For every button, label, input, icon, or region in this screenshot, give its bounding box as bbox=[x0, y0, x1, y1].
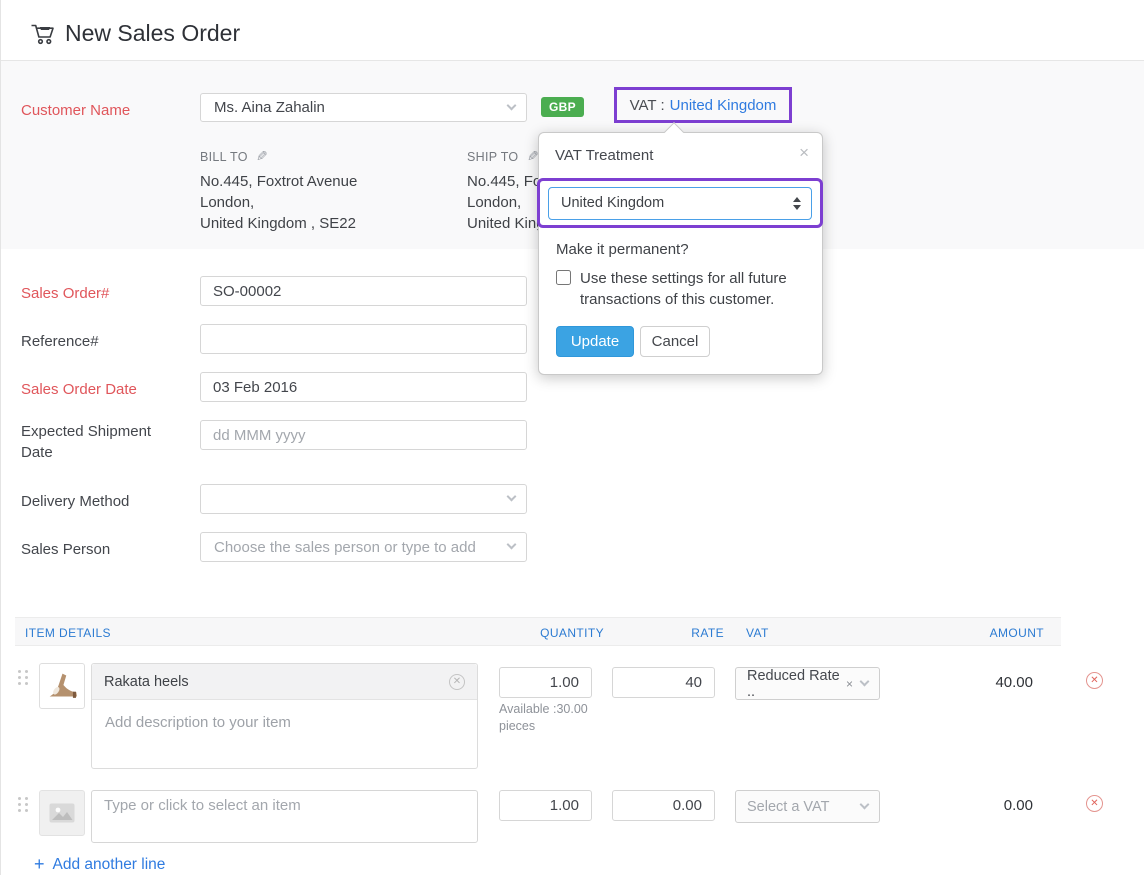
chevron-down-icon bbox=[507, 100, 517, 110]
sales-order-date-input[interactable] bbox=[200, 372, 527, 402]
add-another-line-link[interactable]: + Add another line bbox=[34, 854, 165, 875]
reference-input[interactable] bbox=[200, 324, 527, 354]
new-sales-order-page: New Sales Order Customer Name Ms. Aina Z… bbox=[0, 0, 1144, 875]
cancel-button[interactable]: Cancel bbox=[640, 326, 710, 357]
vat-select-row2[interactable]: Select a VAT bbox=[735, 790, 880, 823]
customer-name-value: Ms. Aina Zahalin bbox=[214, 99, 325, 116]
col-vat: VAT bbox=[746, 626, 769, 640]
amount-row1: 40.00 bbox=[953, 674, 1033, 691]
vat-select-placeholder: Select a VAT bbox=[747, 799, 829, 815]
close-icon[interactable]: × bbox=[799, 143, 809, 163]
chevron-down-icon bbox=[507, 540, 517, 550]
customer-name-select[interactable]: Ms. Aina Zahalin bbox=[200, 93, 527, 122]
vat-select-row1[interactable]: Reduced Rate .. × bbox=[735, 667, 880, 700]
reference-label: Reference# bbox=[21, 331, 191, 352]
item-name-field[interactable]: Rakata heels ✕ bbox=[92, 664, 477, 700]
rate-input-row2[interactable] bbox=[612, 790, 715, 821]
drag-handle[interactable] bbox=[18, 670, 28, 686]
add-line-label: Add another line bbox=[53, 856, 166, 874]
amount-row2: 0.00 bbox=[953, 797, 1033, 814]
cart-icon bbox=[30, 22, 56, 51]
ship-to-label: SHIP TO bbox=[467, 150, 518, 164]
currency-badge: GBP bbox=[541, 97, 584, 117]
sales-order-number-label: Sales Order# bbox=[21, 283, 191, 304]
plus-icon: + bbox=[34, 854, 45, 875]
item-image-placeholder bbox=[39, 790, 85, 836]
bill-to-line: United Kingdom , SE22 bbox=[200, 213, 357, 234]
delivery-method-label: Delivery Method bbox=[21, 491, 191, 512]
availability-text: pieces bbox=[499, 718, 588, 735]
col-quantity: QUANTITY bbox=[540, 626, 604, 640]
delete-row-icon[interactable]: ✕ bbox=[1086, 795, 1103, 812]
drag-handle[interactable] bbox=[18, 797, 28, 813]
bill-to-block: BILL TO ✎ No.445, Foxtrot Avenue London,… bbox=[200, 148, 357, 234]
availability-text: Available :30.00 bbox=[499, 701, 588, 718]
items-table-header: ITEM DETAILS QUANTITY RATE VAT AMOUNT bbox=[15, 617, 1061, 646]
chevron-down-icon bbox=[860, 676, 870, 686]
vat-country-select[interactable]: United Kingdom bbox=[548, 187, 812, 220]
rate-input-row1[interactable] bbox=[612, 667, 715, 698]
sales-person-placeholder: Choose the sales person or type to add bbox=[214, 539, 476, 556]
quantity-input-row2[interactable] bbox=[499, 790, 592, 821]
item-entry-row1: Rakata heels ✕ Add description to your i… bbox=[91, 663, 478, 769]
vat-select-highlight: United Kingdom bbox=[537, 178, 823, 228]
clear-item-icon[interactable]: ✕ bbox=[449, 674, 465, 690]
make-permanent-text: Make it permanent? bbox=[556, 241, 689, 258]
page-header: New Sales Order bbox=[1, 0, 1144, 61]
vat-treatment-link[interactable]: VAT : United Kingdom bbox=[614, 87, 792, 123]
vat-country-value: United Kingdom bbox=[561, 195, 664, 211]
sales-person-select[interactable]: Choose the sales person or type to add bbox=[200, 532, 527, 562]
sales-order-number-input[interactable] bbox=[200, 276, 527, 306]
item-description-field[interactable]: Add description to your item bbox=[92, 700, 477, 745]
vat-link-value: United Kingdom bbox=[670, 97, 777, 114]
checkbox-label-line: Use these settings for all future bbox=[580, 268, 787, 289]
item-thumbnail[interactable] bbox=[39, 663, 85, 709]
col-rate: RATE bbox=[691, 626, 724, 640]
vat-treatment-popover: VAT Treatment × United Kingdom Make it p… bbox=[538, 132, 823, 375]
update-button[interactable]: Update bbox=[556, 326, 634, 357]
bill-to-label: BILL TO bbox=[200, 150, 248, 164]
vat-link-prefix: VAT : bbox=[630, 97, 665, 114]
expected-shipment-date-input[interactable] bbox=[200, 420, 527, 450]
edit-ship-to-icon[interactable]: ✎ bbox=[527, 148, 539, 165]
col-amount: AMOUNT bbox=[990, 626, 1044, 640]
delete-row-icon[interactable]: ✕ bbox=[1086, 672, 1103, 689]
chevron-down-icon bbox=[860, 799, 870, 809]
edit-bill-to-icon[interactable]: ✎ bbox=[256, 148, 268, 165]
customer-name-label: Customer Name bbox=[21, 100, 191, 121]
delivery-method-select[interactable] bbox=[200, 484, 527, 514]
item-select-input-row2[interactable] bbox=[91, 790, 478, 843]
page-title: New Sales Order bbox=[65, 20, 240, 47]
vat-select-value: Reduced Rate .. bbox=[747, 668, 844, 700]
popover-title: VAT Treatment bbox=[555, 147, 653, 164]
expected-shipment-date-label: Expected Shipment bbox=[21, 421, 191, 442]
select-spinner-icon bbox=[793, 197, 801, 210]
sales-person-label: Sales Person bbox=[21, 539, 191, 560]
remove-vat-icon[interactable]: × bbox=[846, 677, 853, 691]
checkbox-label-line: transactions of this customer. bbox=[580, 289, 787, 310]
col-item-details: ITEM DETAILS bbox=[25, 626, 111, 640]
bill-to-line: London, bbox=[200, 192, 357, 213]
permanent-checkbox[interactable] bbox=[556, 270, 571, 285]
item-name-value: Rakata heels bbox=[104, 674, 189, 690]
photo-icon bbox=[49, 803, 75, 823]
sales-order-date-label: Sales Order Date bbox=[21, 379, 191, 400]
quantity-input-row1[interactable] bbox=[499, 667, 592, 698]
heel-shoe-image bbox=[43, 667, 81, 705]
chevron-down-icon bbox=[507, 492, 517, 502]
bill-to-line: No.445, Foxtrot Avenue bbox=[200, 171, 357, 192]
expected-shipment-date-label: Date bbox=[21, 442, 191, 463]
